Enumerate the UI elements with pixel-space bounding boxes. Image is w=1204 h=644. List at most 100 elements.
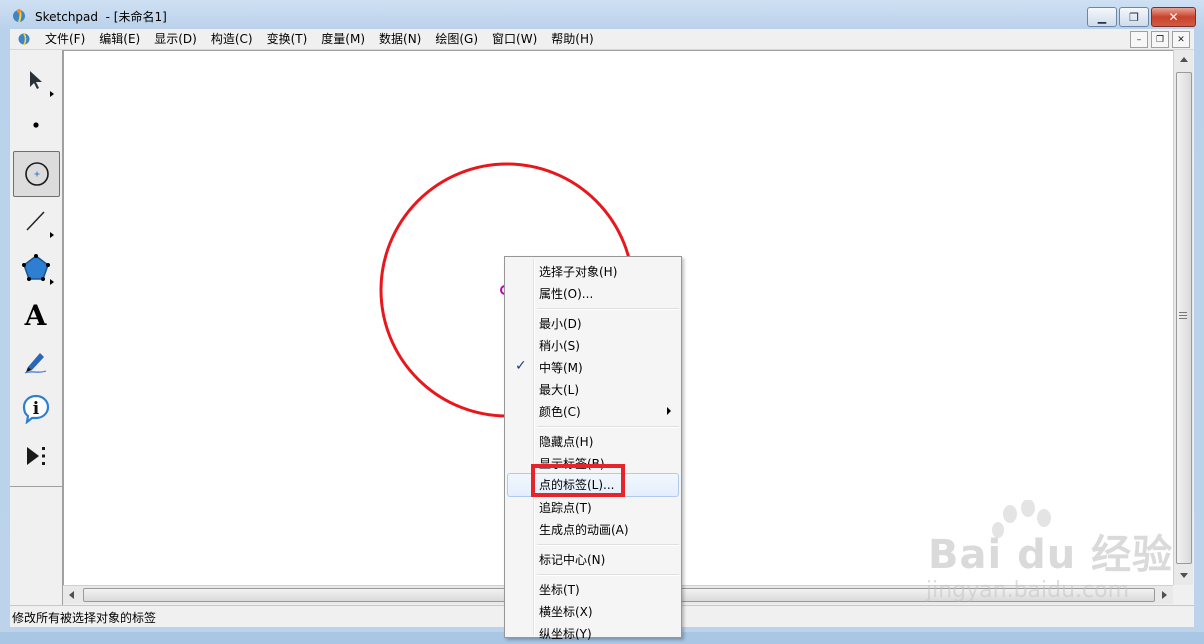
ctx-label: 属性(O)... [539,287,594,301]
ctx-hide-point[interactable]: 隐藏点(H) [507,430,679,452]
doc-minimize-button[interactable]: – [1130,31,1148,48]
scroll-left-icon[interactable] [69,591,74,599]
document-caption-buttons: – ❐ ✕ [1130,31,1190,48]
compass-icon [24,162,49,186]
title-bar[interactable]: Sketchpad - [未命名1] ▁ ❐ ✕ [0,0,1204,29]
menu-data[interactable]: 数据(N) [372,29,428,49]
ctx-mark-center[interactable]: 标记中心(N) [507,548,679,570]
submenu-indicator-icon [50,232,54,238]
toolbox-divider [10,486,62,487]
ctx-abscissa[interactable]: 横坐标(X) [507,600,679,622]
ctx-properties[interactable]: 属性(O)... [507,282,679,304]
close-button[interactable]: ✕ [1151,7,1196,27]
menu-construct[interactable]: 构造(C) [204,29,260,49]
watermark-url: jingyan.baidu.com [926,578,1130,603]
minimize-icon: ▁ [1097,10,1107,24]
watermark-brand: Bai du 经验 [928,532,1174,578]
menu-transform[interactable]: 变换(T) [260,29,315,49]
sketchpad-window: Sketchpad - [未命名1] ▁ ❐ ✕ 文件(F) 编辑(E) 显示(… [0,0,1204,641]
context-menu: 选择子对象(H) 属性(O)... 最小(D) 稍小(S) ✓ 中等(M) 最大… [504,256,682,641]
close-icon: ✕ [1177,34,1185,45]
menu-measure[interactable]: 度量(M) [314,29,372,49]
doc-close-button[interactable]: ✕ [1172,31,1190,48]
ctx-label: 最大(L) [539,383,580,397]
arrow-icon [29,71,42,89]
maximize-icon: ❐ [1129,10,1139,24]
arrow-selection-tool[interactable] [13,58,58,102]
close-icon: ✕ [1168,10,1179,24]
information-tool[interactable]: i [13,386,58,430]
menu-list: 文件(F) 编辑(E) 显示(D) 构造(C) 变换(T) 度量(M) 数据(N… [38,29,601,49]
marker-icon [24,353,46,374]
caption-buttons: ▁ ❐ ✕ [1087,7,1196,27]
menu-edit[interactable]: 编辑(E) [92,29,147,49]
ctx-ordinate[interactable]: 纵坐标(Y) [507,622,679,644]
maximize-button[interactable]: ❐ [1119,7,1149,27]
straightedge-tool[interactable] [13,199,58,243]
sketchpad-logo-icon [13,9,25,23]
ctx-label: 颜色(C) [539,405,581,419]
ctx-label: 中等(M) [539,361,583,375]
menu-file[interactable]: 文件(F) [38,29,92,49]
status-text: 修改所有被选择对象的标签 [12,611,157,625]
window-title: Sketchpad - [未命名1] [35,10,167,24]
ctx-size-smallest[interactable]: 最小(D) [507,312,679,334]
scroll-up-icon[interactable] [1180,57,1188,62]
ctx-trace-point[interactable]: 追踪点(T) [507,496,679,518]
ctx-size-medium[interactable]: ✓ 中等(M) [507,356,679,378]
custom-tool-icon [26,447,45,465]
text-a-icon: A [24,298,47,332]
ctx-separator [537,544,679,546]
menu-window[interactable]: 窗口(W) [485,29,544,49]
text-tool[interactable]: A [13,293,58,337]
custom-tool[interactable] [13,434,58,478]
menu-bar: 文件(F) 编辑(E) 显示(D) 构造(C) 变换(T) 度量(M) 数据(N… [10,29,1194,50]
toolbox: A i [10,50,63,605]
ctx-label: 隐藏点(H) [539,435,594,449]
polygon-tool[interactable] [13,246,58,290]
scroll-right-icon[interactable] [1162,591,1167,599]
marker-tool[interactable] [13,339,58,383]
ctx-separator [537,308,679,310]
highlight-callout-box [531,464,625,497]
ctx-coordinates[interactable]: 坐标(T) [507,578,679,600]
ctx-select-children[interactable]: 选择子对象(H) [507,260,679,282]
restore-icon: ❐ [1155,34,1165,45]
menu-graph[interactable]: 绘图(G) [428,29,485,49]
vertical-scrollbar[interactable] [1173,50,1193,585]
ctx-size-small[interactable]: 稍小(S) [507,334,679,356]
submenu-indicator-icon [50,91,54,97]
ctx-label: 生成点的动画(A) [539,523,629,537]
document-icon[interactable] [17,32,31,46]
ctx-label: 选择子对象(H) [539,265,618,279]
submenu-arrow-icon [667,407,671,415]
info-glyph: i [32,399,39,419]
minimize-button[interactable]: ▁ [1087,7,1117,27]
ctx-label: 横坐标(X) [539,605,593,619]
ctx-label: 纵坐标(Y) [539,627,592,641]
menu-display[interactable]: 显示(D) [147,29,204,49]
pentagon-icon [21,254,50,281]
ctx-color[interactable]: 颜色(C) [507,400,679,422]
ctx-animate-point[interactable]: 生成点的动画(A) [507,518,679,540]
ctx-separator [537,574,679,576]
ctx-label: 标记中心(N) [539,553,606,567]
check-icon: ✓ [515,358,527,374]
scroll-down-icon[interactable] [1180,573,1188,578]
baidu-watermark: Bai du 经验 jingyan.baidu.com [920,500,1172,610]
scroll-grip-icon [1179,312,1187,320]
point-tool[interactable] [13,103,58,147]
ctx-separator [537,426,679,428]
ctx-label: 追踪点(T) [539,501,592,515]
menu-help[interactable]: 帮助(H) [544,29,600,49]
compass-tool[interactable] [13,151,60,197]
ctx-label: 坐标(T) [539,583,580,597]
line-icon [25,211,45,231]
info-icon: i [22,394,49,424]
ctx-label: 稍小(S) [539,339,580,353]
ctx-label: 最小(D) [539,317,582,331]
point-icon [32,122,39,128]
ctx-size-largest[interactable]: 最大(L) [507,378,679,400]
submenu-indicator-icon [50,279,54,285]
doc-restore-button[interactable]: ❐ [1151,31,1169,48]
